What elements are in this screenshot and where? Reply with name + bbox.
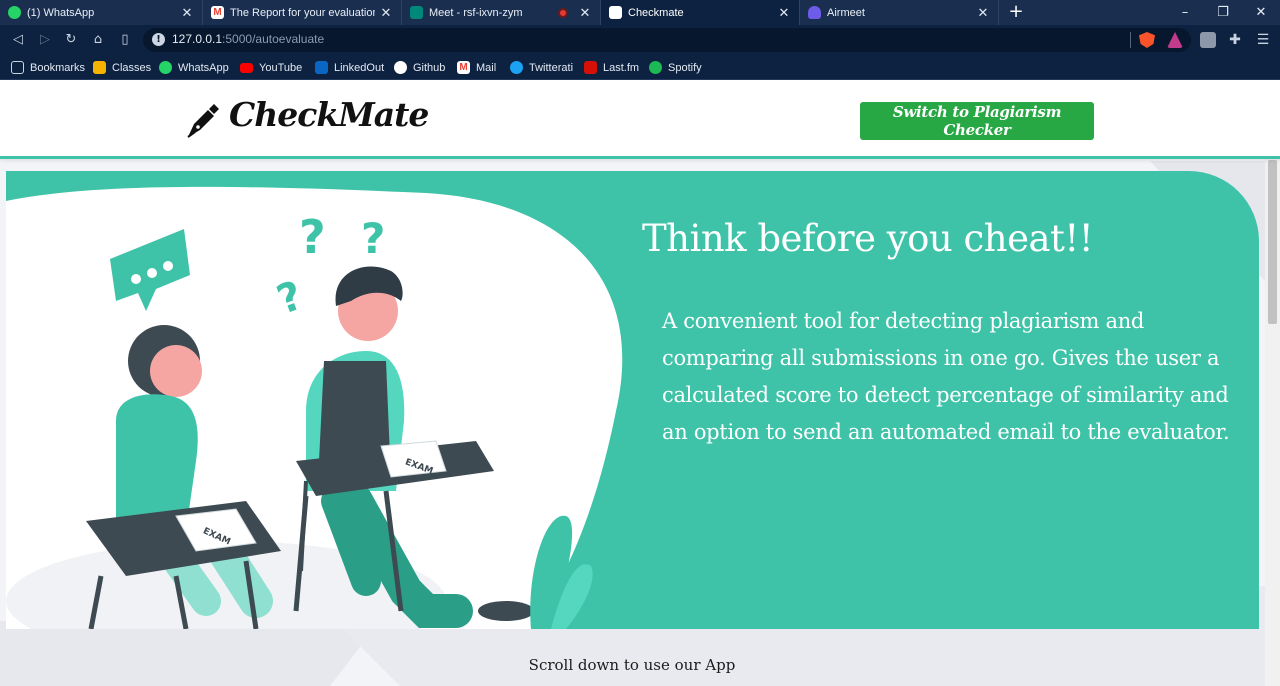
whatsapp-icon: [159, 61, 172, 74]
tab-airmeet[interactable]: Airmeet ✕: [800, 0, 999, 25]
tab-whatsapp[interactable]: (1) WhatsApp ✕: [0, 0, 203, 25]
youtube-icon: [240, 62, 253, 73]
spotify-icon: [649, 61, 662, 74]
menu-icon[interactable]: ☰: [1255, 32, 1271, 48]
close-tab-icon[interactable]: ✕: [180, 5, 194, 21]
bookmark-classes[interactable]: Classes: [93, 59, 151, 76]
page-viewport: CheckMate Switch to Plagiarism Checker ?…: [0, 81, 1280, 686]
forward-icon[interactable]: ▷: [37, 32, 53, 48]
url-text: 127.0.0.1:5000/autoevaluate: [172, 32, 325, 46]
gmail-icon: M: [211, 6, 224, 19]
tab-title: Meet - rsf-ixvn-zym: [429, 6, 523, 19]
classroom-icon: [93, 61, 106, 74]
bookmark-label: Bookmarks: [30, 61, 86, 74]
home-icon[interactable]: ⌂: [90, 32, 106, 48]
tab-checkmate[interactable]: Checkmate ✕: [601, 0, 800, 25]
tab-title: Airmeet: [827, 6, 865, 19]
bookmark-github[interactable]: Github: [394, 59, 445, 76]
bookmark-linkedin[interactable]: LinkedOut: [315, 59, 384, 76]
bookmark-twitter[interactable]: Twitterati: [510, 59, 573, 76]
extension-icon[interactable]: [1200, 32, 1216, 48]
close-tab-icon[interactable]: ✕: [578, 5, 592, 21]
hero-description: A convenient tool for detecting plagiari…: [662, 309, 1230, 444]
github-icon: [394, 61, 407, 74]
lastfm-icon: [584, 61, 597, 74]
tab-gmail[interactable]: M The Report for your evaluation is h ✕: [203, 0, 402, 25]
site-header: CheckMate Switch to Plagiarism Checker: [0, 81, 1280, 159]
close-window-button[interactable]: ✕: [1242, 0, 1280, 25]
tab-title: Checkmate: [628, 6, 684, 19]
site-info-icon[interactable]: !: [152, 33, 165, 46]
page-scrollbar[interactable]: [1265, 159, 1280, 686]
tab-title: (1) WhatsApp: [27, 6, 95, 19]
google-meet-icon: [410, 6, 423, 19]
reload-icon[interactable]: ↻: [63, 32, 79, 48]
bookmark-label: Spotify: [668, 61, 702, 74]
close-tab-icon[interactable]: ✕: [777, 5, 791, 21]
address-bar-divider: [1130, 32, 1131, 48]
bookmark-bookmarks[interactable]: Bookmarks: [11, 59, 85, 76]
whatsapp-icon: [8, 6, 21, 19]
bookmark-label: LinkedOut: [334, 61, 385, 74]
close-tab-icon[interactable]: ✕: [976, 5, 990, 21]
bookmarks-icon: [11, 61, 24, 74]
bookmark-label: Classes: [112, 61, 152, 74]
linkedin-icon: [315, 61, 328, 74]
svg-text:?: ?: [299, 210, 326, 264]
gmail-icon: M: [457, 61, 470, 74]
checkmate-icon: [609, 6, 622, 19]
recording-icon: [558, 7, 568, 18]
tab-title: The Report for your evaluation is h: [230, 6, 375, 19]
bookmark-label: Last.fm: [603, 61, 640, 74]
bookmarks-bar: Bookmarks Classes WhatsApp YouTube Linke…: [0, 55, 1280, 80]
maximize-button[interactable]: ❐: [1204, 0, 1242, 25]
scrollbar-thumb[interactable]: [1268, 160, 1277, 324]
bookmark-icon[interactable]: ▯: [117, 32, 133, 48]
bookmark-label: Twitterati: [529, 61, 574, 74]
bookmark-label: Mail: [476, 61, 497, 74]
students-exam-illustration: ? ? ? EXAM EXAM: [86, 210, 593, 629]
twitter-icon: [510, 61, 523, 74]
bookmark-label: YouTube: [259, 61, 303, 74]
switch-to-plagiarism-checker-button[interactable]: Switch to Plagiarism Checker: [860, 102, 1094, 140]
hero-title: Think before you cheat!!: [642, 217, 1094, 260]
back-icon[interactable]: ◁: [10, 32, 26, 48]
airmeet-icon: [808, 6, 821, 19]
bookmark-label: Github: [413, 61, 446, 74]
scroll-down-hint: Scroll down to use our App: [528, 656, 736, 674]
browser-tab-bar: (1) WhatsApp ✕ M The Report for your eva…: [0, 0, 1280, 25]
bookmark-label: WhatsApp: [178, 61, 229, 74]
svg-text:?: ?: [271, 273, 309, 324]
plant-decoration: [530, 515, 593, 629]
bookmark-lastfm[interactable]: Last.fm: [584, 59, 639, 76]
bookmark-mail[interactable]: M Mail: [457, 59, 496, 76]
svg-text:?: ?: [361, 214, 385, 263]
site-logo[interactable]: CheckMate: [229, 95, 429, 134]
close-tab-icon[interactable]: ✕: [379, 5, 393, 21]
browser-toolbar: ◁ ▷ ↻ ⌂ ▯ ! 127.0.0.1:5000/autoevaluate …: [0, 25, 1280, 55]
pen-icon: [187, 104, 219, 138]
minimize-button[interactable]: –: [1166, 0, 1204, 25]
new-tab-button[interactable]: +: [1006, 2, 1026, 22]
bookmark-spotify[interactable]: Spotify: [649, 59, 702, 76]
speech-bubble-icon: [110, 229, 190, 311]
bookmark-youtube[interactable]: YouTube: [240, 59, 302, 76]
address-bar[interactable]: ! 127.0.0.1:5000/autoevaluate: [143, 28, 1191, 52]
hero-section: ? ? ? EXAM EXAM Think before you cheat!!…: [6, 171, 1259, 629]
extensions-puzzle-icon[interactable]: ✚: [1227, 32, 1243, 48]
bookmark-whatsapp[interactable]: WhatsApp: [159, 59, 229, 76]
tab-meet[interactable]: Meet - rsf-ixvn-zym ✕: [402, 0, 601, 25]
